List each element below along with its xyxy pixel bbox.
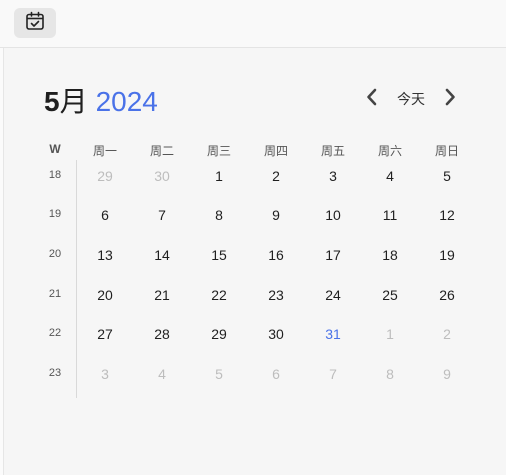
day-cell[interactable]: 5 <box>199 366 239 382</box>
week-number: 21 <box>48 288 62 300</box>
week-number: 22 <box>48 327 62 339</box>
weekday-header: 周四 <box>263 144 288 158</box>
day-cell-today[interactable]: 31 <box>313 326 353 342</box>
day-cell[interactable]: 15 <box>199 247 239 263</box>
day-cell[interactable]: 25 <box>370 287 410 303</box>
prev-month-button[interactable] <box>360 86 384 112</box>
day-cell[interactable]: 16 <box>256 247 296 263</box>
day-cell[interactable]: 9 <box>256 207 296 223</box>
weekday-header: 周六 <box>377 144 402 158</box>
day-cell[interactable]: 19 <box>427 247 467 263</box>
weekday-header: 周二 <box>149 144 174 158</box>
year-label[interactable]: 2024 <box>96 86 158 118</box>
day-cell[interactable]: 30 <box>142 168 182 184</box>
today-button[interactable]: 今天 <box>390 88 432 110</box>
day-cell[interactable]: 29 <box>85 168 125 184</box>
weekday-header: 周三 <box>206 144 231 158</box>
day-cell[interactable]: 8 <box>199 207 239 223</box>
day-cell[interactable]: 8 <box>370 366 410 382</box>
week-number: 20 <box>48 248 62 260</box>
day-cell[interactable]: 26 <box>427 287 467 303</box>
day-cell[interactable]: 7 <box>142 207 182 223</box>
week-column-header: W <box>49 142 61 156</box>
day-cell[interactable]: 4 <box>142 366 182 382</box>
day-cell[interactable]: 7 <box>313 366 353 382</box>
day-cell[interactable]: 22 <box>199 287 239 303</box>
month-number: 5 <box>44 86 60 117</box>
day-cell[interactable]: 11 <box>370 207 410 223</box>
day-cell[interactable]: 23 <box>256 287 296 303</box>
day-cell[interactable]: 2 <box>427 326 467 342</box>
week-number: 18 <box>48 169 62 181</box>
week-number-divider <box>76 160 77 398</box>
day-cell[interactable]: 27 <box>85 326 125 342</box>
day-cell[interactable]: 9 <box>427 366 467 382</box>
day-cell[interactable]: 4 <box>370 168 410 184</box>
calendar-check-icon <box>24 10 46 37</box>
day-cell[interactable]: 12 <box>427 207 467 223</box>
day-cell[interactable]: 24 <box>313 287 353 303</box>
day-cell[interactable]: 18 <box>370 247 410 263</box>
day-cell[interactable]: 2 <box>256 168 296 184</box>
day-cell[interactable]: 21 <box>142 287 182 303</box>
day-cell[interactable]: 3 <box>85 366 125 382</box>
left-panel-edge <box>0 48 4 475</box>
next-month-button[interactable] <box>438 86 462 112</box>
week-number: 23 <box>48 367 62 379</box>
day-cell[interactable]: 6 <box>85 207 125 223</box>
weekday-header: 周一 <box>92 144 117 158</box>
day-cell[interactable]: 30 <box>256 326 296 342</box>
day-cell[interactable]: 13 <box>85 247 125 263</box>
top-toolbar <box>0 0 506 48</box>
month-suffix: 月 <box>59 86 88 117</box>
day-cell[interactable]: 10 <box>313 207 353 223</box>
week-number: 19 <box>48 208 62 220</box>
day-cell[interactable]: 17 <box>313 247 353 263</box>
day-cell[interactable]: 14 <box>142 247 182 263</box>
month-year-title: 5 月 2024 <box>44 80 158 120</box>
weekday-header: 周日 <box>434 144 459 158</box>
calendar-toggle-button[interactable] <box>14 8 56 38</box>
day-cell[interactable]: 5 <box>427 168 467 184</box>
day-cell[interactable]: 28 <box>142 326 182 342</box>
day-cell[interactable]: 29 <box>199 326 239 342</box>
chevron-left-icon <box>365 87 379 112</box>
chevron-right-icon <box>443 87 457 112</box>
day-cell[interactable]: 3 <box>313 168 353 184</box>
day-cell[interactable]: 1 <box>199 168 239 184</box>
weekday-header: 周五 <box>320 144 345 158</box>
day-cell[interactable]: 1 <box>370 326 410 342</box>
day-cell[interactable]: 6 <box>256 366 296 382</box>
day-cell[interactable]: 20 <box>85 287 125 303</box>
